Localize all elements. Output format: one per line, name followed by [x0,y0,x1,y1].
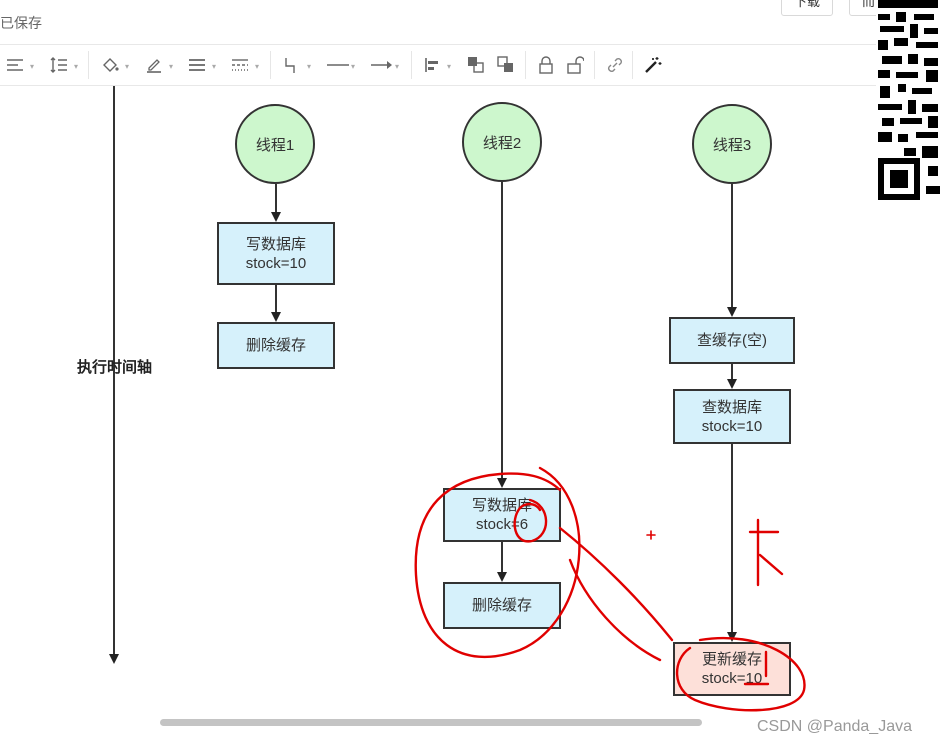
scrollbar-thumb[interactable] [160,719,702,726]
annotation-plus [646,530,656,540]
watermark: CSDN @Panda_Java [757,718,912,735]
annotation-glyph-strokes [748,518,784,587]
qr-code-image [876,0,946,212]
annotation-small-circle [513,498,548,543]
annotation-bottom-circle [675,636,806,712]
annotation-line-1 [558,526,674,642]
annotation-layer [414,466,806,712]
qr-code [876,0,946,212]
annotation-big-circle [414,466,581,659]
